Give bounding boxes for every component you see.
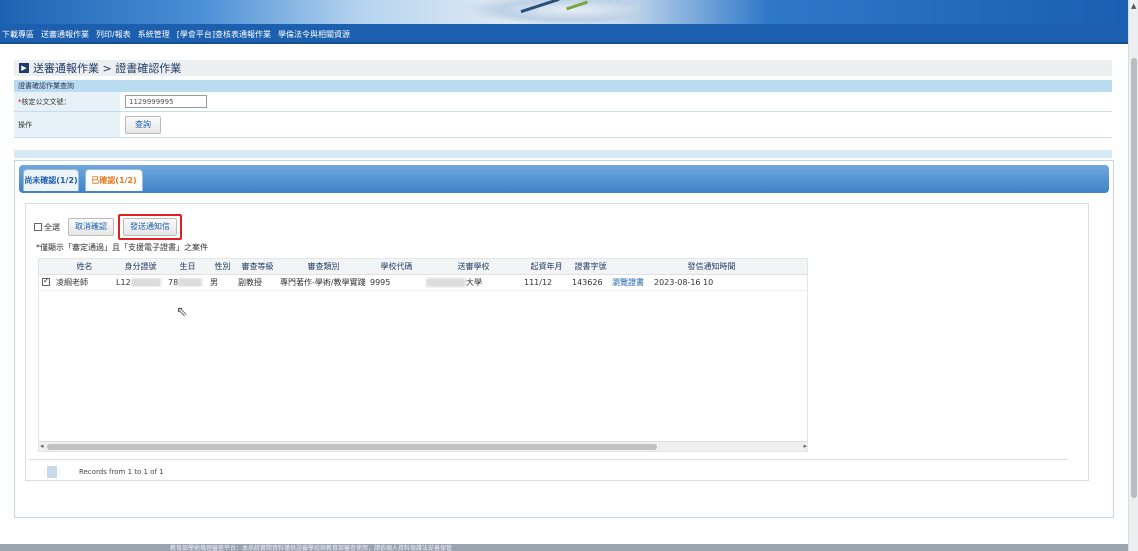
cell-start-date: 111/12 bbox=[524, 278, 553, 287]
send-notice-highlight: 發送通知信 bbox=[118, 214, 182, 240]
nav-ethics-resources[interactable]: 學倫法令與相關資源 bbox=[278, 29, 350, 40]
col-id[interactable]: 身分證號 bbox=[113, 261, 165, 272]
cell-school-text: 大學 bbox=[466, 278, 482, 287]
cell-cert-no: 143626 bbox=[572, 278, 603, 287]
grid-toolbar: 全選 取消確認 發送通知信 bbox=[34, 214, 182, 240]
select-all[interactable]: 全選 bbox=[34, 222, 60, 233]
doc-number-row: *核定公文文號： bbox=[14, 92, 1112, 112]
action-row: 操作 查詢 bbox=[14, 112, 1112, 138]
col-cert-no[interactable]: 證書字號 bbox=[569, 261, 609, 272]
nav-submission[interactable]: 送審通報作業 bbox=[41, 29, 89, 40]
redacted-block bbox=[130, 278, 161, 287]
cell-birth: 78 bbox=[165, 278, 207, 287]
doc-number-label: *核定公文文號： bbox=[14, 92, 120, 111]
redacted-block bbox=[426, 278, 466, 287]
tab-confirmed[interactable]: 已確認(1/2) bbox=[85, 169, 143, 191]
select-all-label: 全選 bbox=[44, 222, 60, 232]
cell-birth-text: 78 bbox=[168, 278, 179, 287]
cancel-confirm-button[interactable]: 取消確認 bbox=[68, 218, 114, 236]
vertical-scrollbar[interactable]: ▲ bbox=[1128, 0, 1138, 551]
col-start-date[interactable]: 起資年月 bbox=[521, 261, 569, 272]
col-gender[interactable]: 性別 bbox=[207, 261, 235, 272]
col-school-code[interactable]: 學校代碼 bbox=[367, 261, 423, 272]
cell-name: 凌綱老師 bbox=[56, 278, 88, 287]
cell-level: 副教授 bbox=[238, 278, 262, 287]
table-row[interactable]: 凌綱老師 L12 78 男 副教授 專門著作-學術/教學實踐 9995 大學 1… bbox=[39, 275, 807, 291]
query-button[interactable]: 查詢 bbox=[125, 115, 161, 134]
pager-text: Records from 1 to 1 of 1 bbox=[79, 467, 164, 476]
cell-gender: 男 bbox=[210, 278, 218, 287]
col-school[interactable]: 送審學校 bbox=[423, 261, 521, 272]
doc-number-label-text: 核定公文文號： bbox=[21, 98, 71, 106]
send-notice-button[interactable]: 發送通知信 bbox=[123, 218, 177, 236]
query-divider bbox=[14, 150, 1112, 158]
scroll-right-icon[interactable]: ▸ bbox=[803, 442, 807, 450]
query-header: 證書確認作業查詢 bbox=[14, 80, 1112, 92]
nav-checklist[interactable]: [學會平台]查核表通報作業 bbox=[177, 29, 271, 40]
breadcrumb-arrow-icon: ▶ bbox=[19, 63, 29, 73]
cell-school: 大學 bbox=[423, 277, 521, 288]
cell-id: L12 bbox=[113, 278, 165, 287]
hscroll-thumb[interactable] bbox=[47, 444, 657, 450]
col-category[interactable]: 審查類別 bbox=[277, 261, 367, 272]
view-certificate-link[interactable]: 瀏覽證書 bbox=[609, 277, 651, 288]
pager-icon[interactable] bbox=[47, 465, 57, 478]
pager: Records from 1 to 1 of 1 bbox=[29, 459, 1069, 483]
action-label: 操作 bbox=[14, 112, 120, 137]
col-birth[interactable]: 生日 bbox=[165, 261, 207, 272]
breadcrumb-text: 送審通報作業 > 證書確認作業 bbox=[33, 62, 182, 75]
row-checkbox[interactable] bbox=[42, 277, 50, 286]
nav-download[interactable]: 下載專區 bbox=[2, 29, 34, 40]
banner-decoration bbox=[470, 0, 640, 24]
scroll-left-icon[interactable]: ◂ bbox=[40, 442, 44, 450]
cell-category: 專門著作-學術/教學實踐 bbox=[280, 278, 366, 287]
grid-header: 姓名 身分證號 生日 性別 審查等級 審查類別 學校代碼 送審學校 起資年月 證… bbox=[39, 259, 807, 275]
cell-id-text: L12 bbox=[116, 278, 131, 287]
cell-school-code: 9995 bbox=[370, 278, 391, 287]
col-level[interactable]: 審查等級 bbox=[235, 261, 277, 272]
col-name[interactable]: 姓名 bbox=[53, 261, 113, 272]
select-all-checkbox[interactable] bbox=[34, 223, 42, 231]
nav-system-admin[interactable]: 系統管理 bbox=[138, 29, 170, 40]
nav-print-report[interactable]: 列印/報表 bbox=[96, 29, 131, 40]
query-panel: 證書確認作業查詢 *核定公文文號： 操作 查詢 bbox=[14, 80, 1112, 138]
tab-panel: 尚未確認(1/2) 已確認(1/2) 全選 取消確認 發送通知信 *僅顯示「審定… bbox=[14, 160, 1114, 518]
footer-text: 教育部學術倫理審查平台：本系統實際資料僅供送審學校與教育部審查使用，請依個人資料… bbox=[170, 545, 453, 551]
redacted-block bbox=[178, 278, 203, 287]
doc-number-input[interactable] bbox=[125, 95, 207, 108]
results-grid: 姓名 身分證號 生日 性別 審查等級 審查類別 學校代碼 送審學校 起資年月 證… bbox=[38, 258, 808, 452]
confirmed-content: 全選 取消確認 發送通知信 *僅顯示「審定通過」且「支援電子證書」之案件 姓名 … bbox=[25, 203, 1089, 481]
mouse-cursor-icon: ⇖ bbox=[176, 304, 188, 320]
top-nav-bar: 下載專區 送審通報作業 列印/報表 系統管理 [學會平台]查核表通報作業 學倫法… bbox=[0, 24, 1128, 44]
tab-unconfirmed[interactable]: 尚未確認(1/2) bbox=[23, 169, 79, 191]
col-sent-time[interactable]: 發信通知時間 bbox=[651, 261, 769, 272]
breadcrumb: ▶ 送審通報作業 > 證書確認作業 bbox=[14, 60, 1112, 76]
footer: 教育部學術倫理審查平台：本系統實際資料僅供送審學校與教育部審查使用，請依個人資料… bbox=[0, 544, 1128, 551]
scroll-up-icon[interactable]: ▲ bbox=[1131, 2, 1136, 10]
horizontal-scrollbar[interactable]: ◂ ▸ bbox=[39, 441, 807, 451]
filter-note: *僅顯示「審定通過」且「支援電子證書」之案件 bbox=[36, 243, 208, 252]
tab-strip bbox=[19, 165, 1109, 193]
cell-sent-time: 2023-08-16 10 bbox=[654, 278, 714, 287]
top-banner bbox=[0, 0, 1128, 24]
scrollbar-thumb[interactable] bbox=[1131, 58, 1137, 498]
